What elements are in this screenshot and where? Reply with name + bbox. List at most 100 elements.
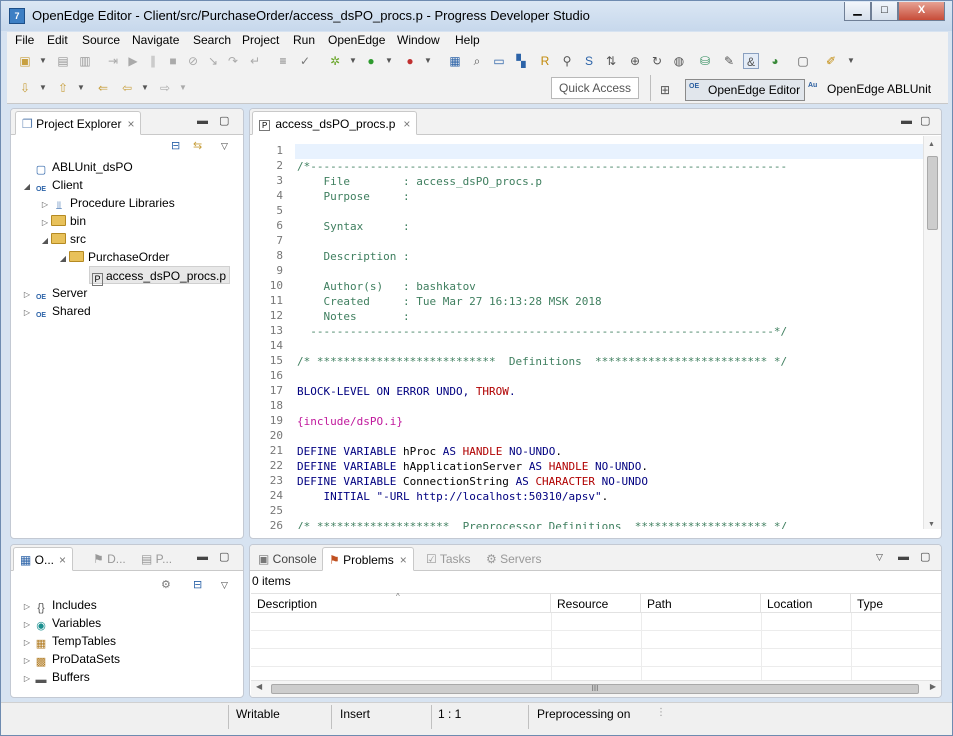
collapse-icon[interactable]: ◢ [39,232,51,250]
scroll-right-icon[interactable]: ▶ [930,682,936,691]
tab-servers[interactable]: ⚙ Servers [480,547,547,571]
column-location[interactable]: Location [761,593,851,613]
quick-access-field[interactable]: Quick Access [551,77,639,99]
close-button[interactable]: X [898,2,945,21]
tab-access-dspo-procs[interactable]: Paccess_dsPO_procs.p × [252,111,418,135]
layout-icon[interactable]: ▚ [513,53,529,69]
menu-source[interactable]: Source [82,33,120,47]
minimize-icon[interactable]: ▬ [898,551,909,563]
debug-icon[interactable]: ✲ [327,53,343,69]
prev-annotation-dropdown-icon[interactable]: ▼ [73,80,89,96]
run-dropdown-icon[interactable]: ▼ [381,53,397,69]
tree-item-ablunit-dspo[interactable]: ▢ ABLUnit_dsPO [21,158,133,176]
back-dropdown-icon[interactable]: ▼ [137,80,153,96]
column-resource[interactable]: Resource [551,593,641,613]
step-into-icon[interactable]: ↘ [205,53,221,69]
maximize-button[interactable]: □ [871,2,898,21]
tree-item-client[interactable]: ◢ OE Client [21,176,83,194]
outline-item-temptables[interactable]: ▷ ▦ TempTables [21,632,116,650]
menu-edit[interactable]: Edit [47,33,68,47]
outline-item-variables[interactable]: ▷ ◉ Variables [21,614,101,632]
suspend-icon[interactable]: ∥ [145,53,161,69]
tab-p[interactable]: ▤ P... [135,547,178,571]
globe-icon[interactable]: ◍ [671,53,687,69]
resume-icon[interactable]: ▶ [125,53,141,69]
view-menu-icon[interactable]: ▽ [221,140,228,152]
syntax-check-icon[interactable]: ✓ [297,53,313,69]
step-over-icon[interactable]: ⇥ [105,53,121,69]
disconnect-icon[interactable]: ⊘ [185,53,201,69]
collapse-all-icon[interactable]: ⊟ [193,579,202,591]
tree-item-access-dspo-procs[interactable]: Paccess_dsPO_procs.p [89,266,231,286]
last-edit-icon[interactable]: ⇐ [95,80,111,96]
database-icon[interactable]: ⛁ [697,53,713,69]
minimize-button[interactable]: ▁ [844,2,871,21]
step-return-icon[interactable]: ↵ [247,53,263,69]
save-icon[interactable]: ▤ [55,53,71,69]
maximize-icon[interactable]: ▢ [920,551,930,563]
scroll-left-icon[interactable]: ◀ [256,682,262,691]
outline-item-includes[interactable]: ▷{} Includes [21,596,97,614]
maximize-icon[interactable]: ▢ [219,551,229,563]
column-type[interactable]: Type [851,593,941,613]
run-icon[interactable]: ● [363,53,379,69]
screen-icon[interactable]: ▭ [491,53,507,69]
menu-search[interactable]: Search [193,33,231,47]
wand-dropdown-icon[interactable]: ▼ [843,53,859,69]
outline-item-prodatasets[interactable]: ▷ ▩ ProDataSets [21,650,120,668]
scroll-thumb[interactable]: III [271,684,919,694]
menu-openedge[interactable]: OpenEdge [328,33,385,47]
scroll-down-icon[interactable]: ▼ [928,521,935,528]
sort-icon[interactable]: ⇅ [603,53,619,69]
next-annotation-dropdown-icon[interactable]: ▼ [35,80,51,96]
report-icon[interactable]: R [537,53,553,69]
collapse-icon[interactable]: ◢ [57,250,69,268]
expand-icon[interactable]: ▷ [21,304,33,322]
zoom-icon[interactable]: ⊕ [627,53,643,69]
tree-item-bin[interactable]: ▷ bin [39,212,86,230]
link-icon[interactable]: & [743,53,759,69]
scroll-thumb[interactable] [927,156,938,230]
vertical-scrollbar[interactable]: ▲ ▼ [923,136,941,529]
close-icon[interactable]: × [59,553,66,567]
perspective-openedge-ablunit[interactable]: Au OpenEdge ABLUnit [805,79,935,101]
minimize-icon[interactable]: ▬ [197,115,208,127]
minimize-icon[interactable]: ▬ [197,551,208,563]
step-over-line-icon[interactable]: ↷ [225,53,241,69]
search-db-icon[interactable]: ⚲ [559,53,575,69]
outline-item-buffers[interactable]: ▷ ▬ Buffers [21,668,90,686]
new-dropdown-icon[interactable]: ▼ [35,53,51,69]
external-tools-icon[interactable]: ● [402,53,418,69]
tree-item-src[interactable]: ◢ src [39,230,86,248]
column-description[interactable]: Description ^ [251,592,551,613]
tree-item-procedure-libraries[interactable]: ▷ ⫫ Procedure Libraries [39,194,175,212]
collapse-icon[interactable]: ◢ [21,178,33,196]
horizontal-scrollbar[interactable]: ◀ III ▶ [251,680,941,697]
close-icon[interactable]: × [127,117,134,131]
link-with-editor-icon[interactable]: ⇆ [193,140,202,152]
tab-console[interactable]: ▣ Console [252,547,323,571]
tab-outline[interactable]: ▦ O... × [13,547,74,571]
world-icon[interactable]: ◕ [767,53,783,69]
tab-project-explorer[interactable]: ❐ Project Explorer × [15,111,142,135]
maximize-icon[interactable]: ▢ [219,115,229,127]
tree-item-shared[interactable]: ▷ OE Shared [21,302,91,320]
format-icon[interactable]: ≡ [275,53,291,69]
maximize-icon[interactable]: ▢ [920,115,930,127]
clipboard-icon[interactable]: ▢ [795,53,811,69]
filter-icon[interactable]: ⚙ [161,579,171,591]
scroll-up-icon[interactable]: ▲ [928,141,935,148]
menu-navigate[interactable]: Navigate [132,33,179,47]
close-icon[interactable]: × [400,553,407,567]
terminate-icon[interactable]: ■ [165,53,181,69]
grid-icon[interactable]: ▦ [447,53,463,69]
prev-annotation-icon[interactable]: ⇧ [55,80,71,96]
menu-run[interactable]: Run [293,33,315,47]
tab-tasks[interactable]: ☑ Tasks [420,547,477,571]
sql-icon[interactable]: S [581,53,597,69]
back-icon[interactable]: ⇦ [119,80,135,96]
tab-problems[interactable]: ⚑ Problems × [322,547,414,571]
collapse-all-icon[interactable]: ⊟ [171,140,180,152]
save-all-icon[interactable]: ▥ [77,53,93,69]
forward-dropdown-icon[interactable]: ▼ [175,80,191,96]
